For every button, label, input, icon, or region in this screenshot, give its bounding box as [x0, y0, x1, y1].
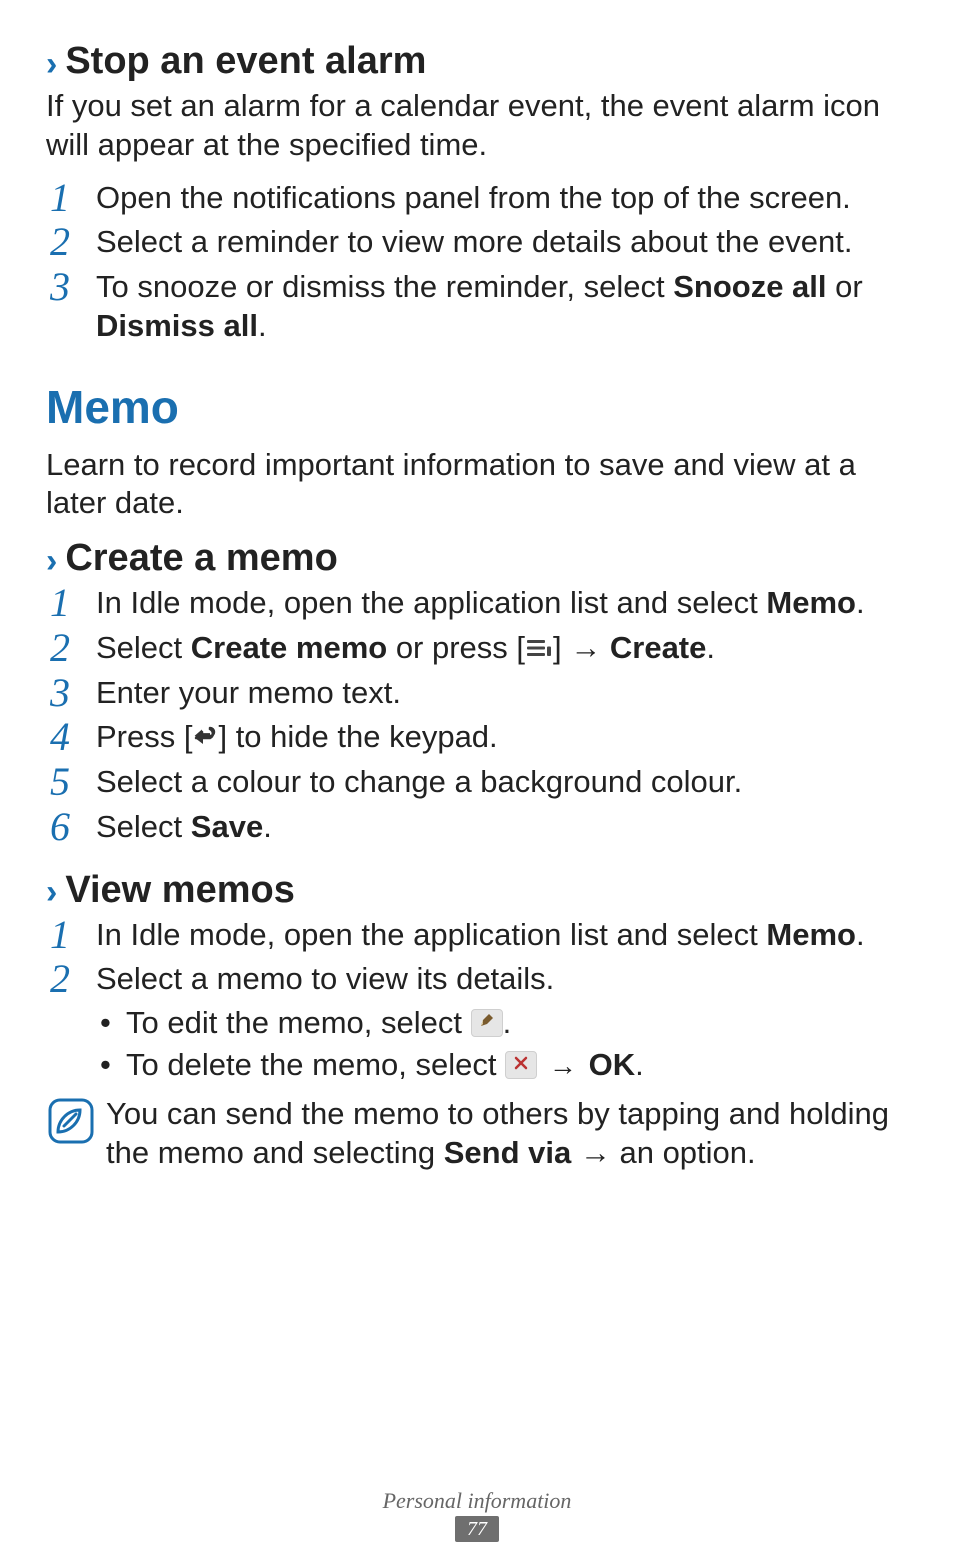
cm-step-2-bold2: Create — [610, 630, 707, 665]
chevron-right-icon: › — [46, 47, 57, 81]
cm-step-3: Enter your memo text. — [46, 674, 908, 713]
vm-step-1-b: . — [856, 917, 865, 952]
chevron-right-icon: › — [46, 544, 57, 578]
cm-step-4-b: ] to hide the keypad. — [218, 719, 497, 754]
vm-step-1-a: In Idle mode, open the application list … — [96, 917, 766, 952]
cm-step-2-bold1: Create memo — [191, 630, 387, 665]
cm-step-6: Select Save. — [46, 808, 908, 847]
step-1-text: Open the notifications panel from the to… — [96, 180, 851, 215]
vm-b2-bold: OK — [589, 1047, 636, 1082]
step-3-bold-2: Dismiss all — [96, 308, 258, 343]
vm-bullets: To edit the memo, select . To delete the… — [96, 1003, 908, 1086]
intro-stop-alarm: If you set an alarm for a calendar event… — [46, 87, 908, 165]
cm-step-1-a: In Idle mode, open the application list … — [96, 585, 766, 620]
step-2: Select a reminder to view more details a… — [46, 223, 908, 262]
pencil-edit-icon — [471, 1009, 503, 1037]
cm-step-6-a: Select — [96, 809, 191, 844]
step-3-text-a: To snooze or dismiss the reminder, selec… — [96, 269, 673, 304]
steps-view-memos: In Idle mode, open the application list … — [46, 916, 908, 1086]
step-2-text: Select a reminder to view more details a… — [96, 224, 852, 259]
cm-step-3-text: Enter your memo text. — [96, 675, 401, 710]
menu-key-icon — [525, 637, 553, 659]
note-block: You can send the memo to others by tappi… — [46, 1094, 908, 1173]
cm-step-2-c: ] → — [553, 630, 610, 665]
vm-b2-a: To delete the memo, select — [126, 1047, 505, 1082]
cm-step-4-a: Press [ — [96, 719, 192, 754]
arrow-right-icon: → — [537, 1050, 589, 1081]
cm-step-6-b: . — [263, 809, 272, 844]
heading-create-memo: › Create a memo — [46, 537, 908, 580]
step-3-bold-1: Snooze all — [673, 269, 826, 304]
steps-create-memo: In Idle mode, open the application list … — [46, 584, 908, 847]
cm-step-1-bold: Memo — [766, 585, 856, 620]
vm-b2-b: . — [635, 1047, 644, 1082]
section-title-memo: Memo — [46, 380, 908, 434]
cm-step-2-a: Select — [96, 630, 191, 665]
heading-view-memos: › View memos — [46, 869, 908, 912]
vm-b1-a: To edit the memo, select — [126, 1005, 471, 1040]
page-footer: Personal information 77 — [0, 1488, 954, 1542]
heading-create-memo-text: Create a memo — [65, 537, 337, 580]
heading-stop-alarm: › Stop an event alarm — [46, 40, 908, 83]
cm-step-5-text: Select a colour to change a background c… — [96, 764, 742, 799]
note-bold: Send via — [444, 1135, 572, 1170]
step-3: To snooze or dismiss the reminder, selec… — [46, 268, 908, 346]
chevron-right-icon: › — [46, 875, 57, 909]
cm-step-2-b: or press [ — [387, 630, 525, 665]
vm-bullet-2: To delete the memo, select → OK. — [96, 1045, 908, 1085]
back-key-icon — [192, 726, 218, 748]
cm-step-2: Select Create memo or press [ ] → Create. — [46, 629, 908, 668]
note-info-icon — [46, 1096, 96, 1146]
cm-step-1-b: . — [856, 585, 865, 620]
cm-step-6-bold: Save — [191, 809, 263, 844]
heading-stop-alarm-text: Stop an event alarm — [65, 40, 426, 83]
intro-memo: Learn to record important information to… — [46, 446, 908, 524]
vm-bullet-1: To edit the memo, select . — [96, 1003, 908, 1043]
step-3-text-b: or — [827, 269, 863, 304]
cm-step-5: Select a colour to change a background c… — [46, 763, 908, 802]
x-delete-icon — [505, 1051, 537, 1079]
cm-step-4: Press [ ] to hide the keypad. — [46, 718, 908, 757]
step-3-text-c: . — [258, 308, 267, 343]
vm-step-1: In Idle mode, open the application list … — [46, 916, 908, 955]
chapter-label: Personal information — [0, 1488, 954, 1514]
page-number: 77 — [455, 1516, 499, 1542]
note-text: You can send the memo to others by tappi… — [106, 1094, 908, 1173]
vm-step-2-text: Select a memo to view its details. — [96, 961, 554, 996]
cm-step-1: In Idle mode, open the application list … — [46, 584, 908, 623]
note-b: → an option. — [571, 1135, 755, 1170]
steps-stop-alarm: Open the notifications panel from the to… — [46, 179, 908, 346]
cm-step-2-d: . — [706, 630, 715, 665]
vm-step-2: Select a memo to view its details. To ed… — [46, 960, 908, 1085]
step-1: Open the notifications panel from the to… — [46, 179, 908, 218]
heading-view-memos-text: View memos — [65, 869, 295, 912]
vm-step-1-bold: Memo — [766, 917, 856, 952]
vm-b1-b: . — [503, 1005, 512, 1040]
